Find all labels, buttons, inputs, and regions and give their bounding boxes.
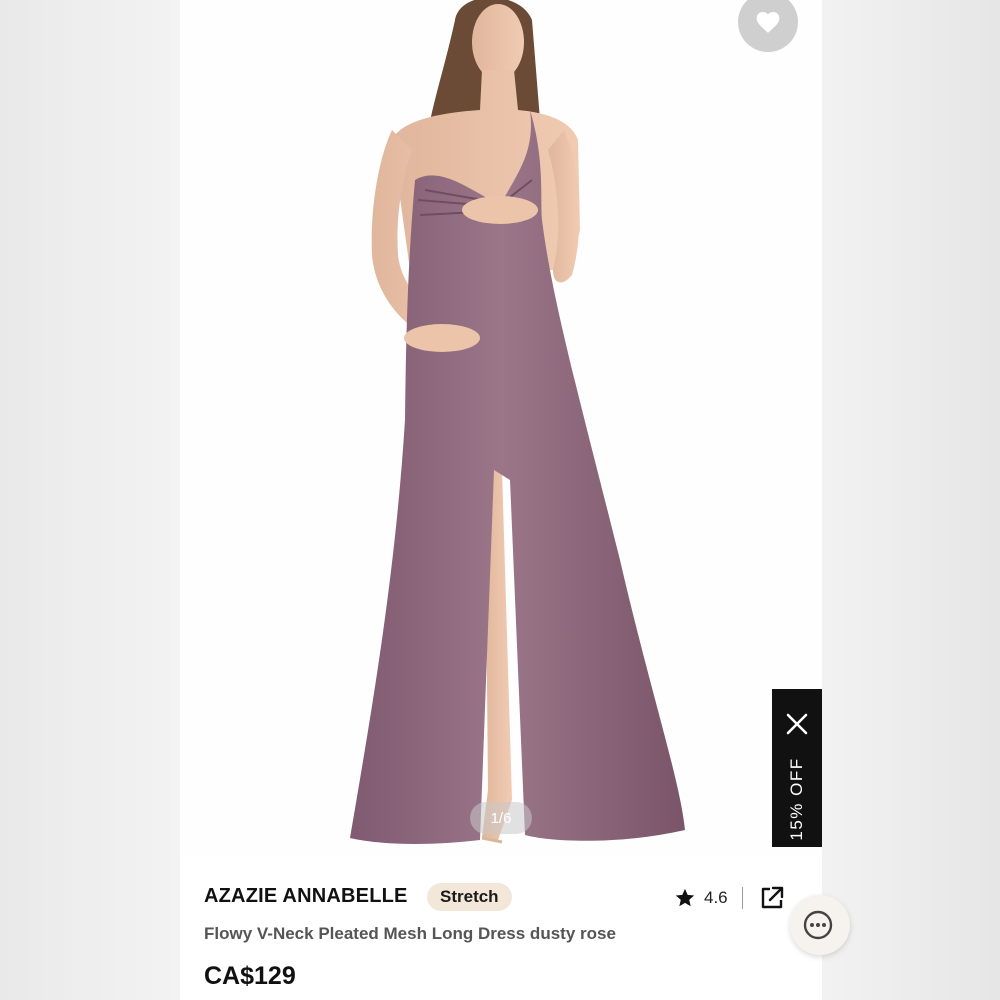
product-brand[interactable]: AZAZIE ANNABELLE [204, 885, 408, 908]
product-photo [350, 0, 685, 844]
close-icon[interactable] [784, 711, 810, 737]
rating-value[interactable]: 4.6 [704, 888, 728, 908]
heart-icon [756, 12, 780, 33]
image-counter: 1/6 [470, 802, 532, 834]
product-card: 1/6 15% OFF AZAZIE ANNABELLE Stretch 4.6… [180, 0, 822, 1000]
product-info: AZAZIE ANNABELLE Stretch 4.6 Flowy V-Nec… [180, 856, 822, 1000]
divider [741, 887, 743, 909]
chat-button[interactable] [790, 895, 850, 955]
promo-label: 15% OFF [787, 757, 806, 841]
backdrop-right [822, 0, 1000, 1000]
product-image-gallery[interactable]: 1/6 15% OFF [180, 0, 822, 856]
chat-bubble-icon [803, 910, 833, 940]
stretch-badge: Stretch [427, 883, 512, 911]
product-title[interactable]: Flowy V-Neck Pleated Mesh Long Dress dus… [204, 924, 616, 944]
promo-discount-tab[interactable]: 15% OFF [772, 689, 822, 847]
product-price: CA$129 [204, 962, 296, 990]
star-icon [675, 888, 695, 907]
external-link-icon[interactable] [759, 885, 785, 911]
backdrop-left [0, 0, 180, 1000]
